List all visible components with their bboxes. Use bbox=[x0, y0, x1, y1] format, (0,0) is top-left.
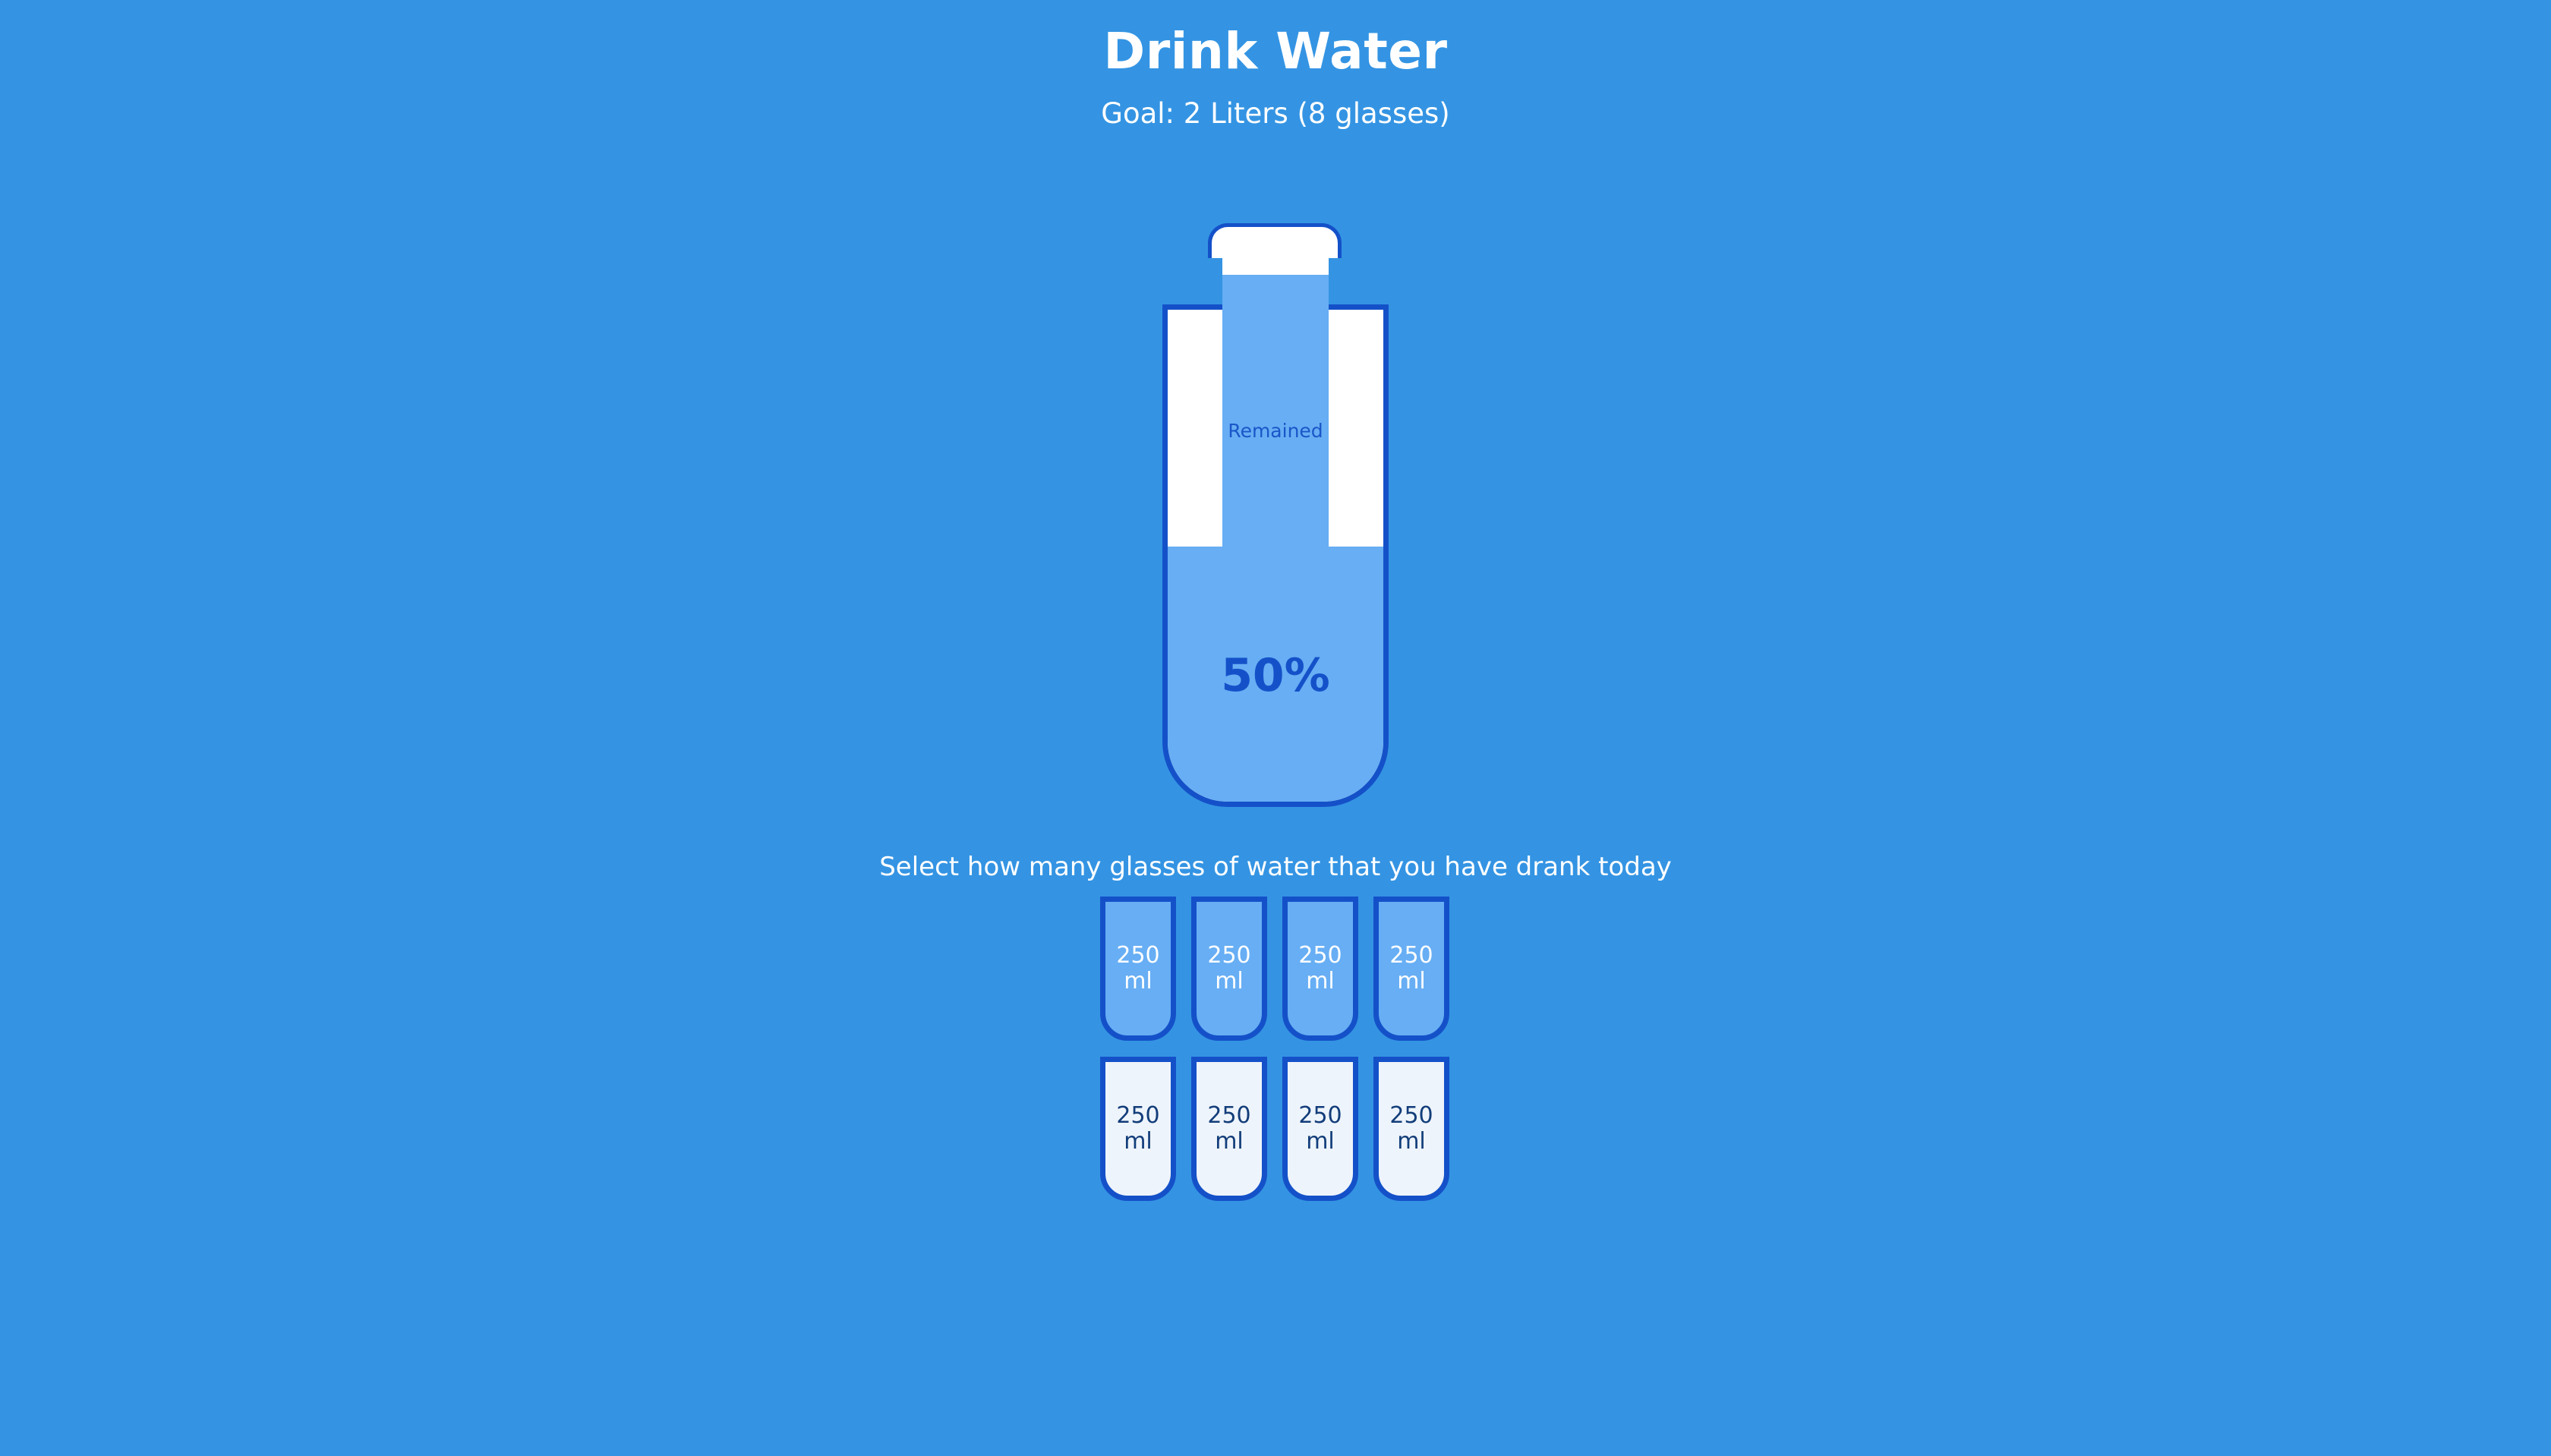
cup-unit: ml bbox=[1124, 1128, 1153, 1155]
cup-amount: 250 bbox=[1298, 942, 1342, 969]
app-container: Drink Water Goal: 2 Liters (8 glasses) R… bbox=[0, 0, 2551, 1456]
cup-amount: 250 bbox=[1298, 1102, 1342, 1129]
remained-label: Remained bbox=[1228, 420, 1323, 442]
cup-amount: 250 bbox=[1116, 942, 1160, 969]
cup-unit: ml bbox=[1306, 1128, 1335, 1155]
cup-unit: ml bbox=[1306, 968, 1335, 994]
cup-unit: ml bbox=[1215, 1128, 1244, 1155]
bottle-cap bbox=[1208, 223, 1342, 258]
cup-amount: 250 bbox=[1207, 942, 1251, 969]
cup-unit: ml bbox=[1397, 968, 1426, 994]
cup-button[interactable]: 250 ml bbox=[1373, 897, 1449, 1041]
cup-amount: 250 bbox=[1116, 1102, 1160, 1129]
cup-amount: 250 bbox=[1207, 1102, 1251, 1129]
cup-button[interactable]: 250 ml bbox=[1373, 1057, 1449, 1201]
remained-column: Remained bbox=[1222, 275, 1329, 551]
instructions-text: Select how many glasses of water that yo… bbox=[879, 852, 1672, 882]
cup-unit: ml bbox=[1397, 1128, 1426, 1155]
goal-text: Goal: 2 Liters (8 glasses) bbox=[1101, 97, 1450, 130]
cup-button[interactable]: 250 ml bbox=[1282, 897, 1358, 1041]
cup-button[interactable]: 250 ml bbox=[1282, 1057, 1358, 1201]
cup-button[interactable]: 250 ml bbox=[1191, 1057, 1267, 1201]
cup-button[interactable]: 250 ml bbox=[1191, 897, 1267, 1041]
cup-unit: ml bbox=[1124, 968, 1153, 994]
cup-unit: ml bbox=[1215, 968, 1244, 994]
cup-button[interactable]: 250 ml bbox=[1100, 1057, 1176, 1201]
cup-button[interactable]: 250 ml bbox=[1100, 897, 1176, 1041]
percentage-label: 50% bbox=[1221, 649, 1330, 702]
page-title: Drink Water bbox=[1103, 22, 1448, 80]
cup-amount: 250 bbox=[1389, 942, 1433, 969]
cup-amount: 250 bbox=[1389, 1102, 1433, 1129]
